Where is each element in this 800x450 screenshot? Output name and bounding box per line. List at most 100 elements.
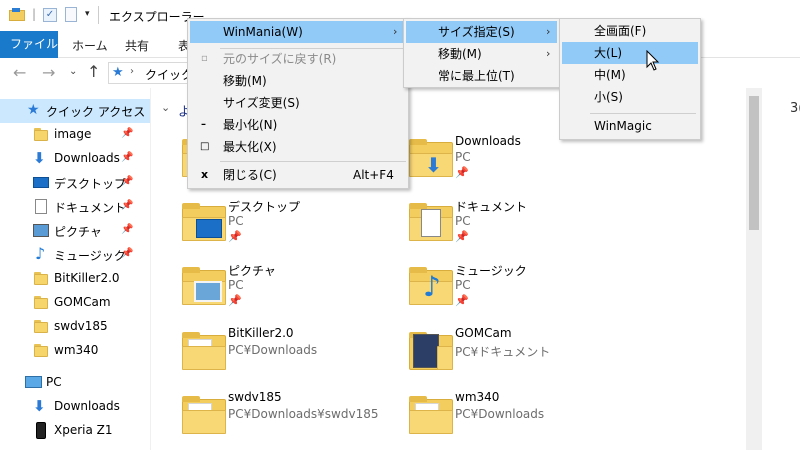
menu-separator	[590, 113, 696, 114]
item-name[interactable]: swdv185	[228, 390, 282, 404]
scrollbar-thumb[interactable]	[749, 96, 759, 230]
item-name[interactable]: wm340	[455, 390, 499, 404]
menu-item-resize[interactable]: サイズ変更(S)	[190, 92, 406, 114]
pin-icon[interactable]: 📌	[455, 230, 469, 243]
pin-icon[interactable]: 📌	[455, 166, 469, 179]
pictures-folder-icon[interactable]	[182, 267, 226, 305]
dropdown-arrow-icon[interactable]: ▾	[85, 9, 90, 19]
menu-item-always-on-top[interactable]: 常に最上位(T)	[406, 65, 557, 87]
menu-item-small[interactable]: 小(S)	[562, 86, 698, 108]
pin-icon[interactable]: 📌	[121, 200, 133, 212]
tab-file[interactable]: ファイル	[0, 31, 58, 58]
sidebar-item-gomcam[interactable]: GOMCam	[0, 291, 150, 315]
submenu-size: 全画面(F) 大(L) 中(M) 小(S) WinMagic	[559, 18, 701, 140]
pin-icon[interactable]: 📌	[121, 248, 133, 260]
sidebar-item-label: Xperia Z1	[54, 423, 113, 437]
dropdown-chevron-icon[interactable]: ⌄	[69, 66, 77, 77]
item-location: PC	[455, 150, 471, 164]
item-name[interactable]: Downloads	[455, 134, 521, 148]
sidebar-item-wm340[interactable]: wm340	[0, 339, 150, 363]
page-icon[interactable]	[65, 7, 77, 22]
breadcrumb-chevron-icon: ›	[130, 66, 134, 77]
titlebar-separator: |	[32, 7, 37, 21]
sidebar-item-desktop[interactable]: デスクトップ 📌	[0, 171, 150, 195]
folder-icon	[34, 128, 48, 141]
menu-separator	[220, 161, 406, 162]
folder-icon[interactable]	[182, 396, 226, 434]
menu-item-fullscreen[interactable]: 全画面(F)	[562, 20, 698, 42]
menu-item-move-to[interactable]: 移動(M) ›	[406, 43, 557, 65]
pin-icon[interactable]: 📌	[455, 294, 469, 307]
menu-item-label: 最小化(N)	[223, 118, 278, 132]
menu-item-label: WinMagic	[594, 119, 652, 133]
separator	[98, 6, 99, 24]
desktop-folder-icon[interactable]	[182, 203, 226, 241]
pin-icon[interactable]: 📌	[121, 176, 133, 188]
sidebar-item-music[interactable]: ♪ ミュージック 📌	[0, 243, 150, 267]
item-name[interactable]: BitKiller2.0	[228, 326, 294, 340]
pin-icon[interactable]: 📌	[228, 230, 242, 243]
sidebar-item-pc[interactable]: PC	[0, 371, 150, 395]
item-name[interactable]: デスクトップ	[228, 198, 300, 215]
sidebar-item-label: GOMCam	[54, 295, 111, 309]
up-arrow-icon[interactable]: ↑	[87, 62, 100, 81]
submenu-winmania: サイズ指定(S) › 移動(M) › 常に最上位(T)	[403, 18, 560, 88]
pin-icon[interactable]: 📌	[121, 152, 133, 164]
menu-item-maximize[interactable]: □ 最大化(X)	[190, 136, 406, 158]
sidebar-item-label: クイック アクセス	[46, 105, 146, 119]
pane-splitter[interactable]	[150, 88, 151, 450]
menu-item-winmagic[interactable]: WinMagic	[562, 115, 698, 137]
menu-item-large[interactable]: 大(L)	[562, 42, 698, 64]
menu-item-restore[interactable]: ▫ 元のサイズに戻す(R)	[190, 48, 406, 70]
folder-icon[interactable]	[9, 8, 25, 21]
menu-item-close[interactable]: x 閉じる(C) Alt+F4	[190, 164, 406, 186]
pin-icon[interactable]: 📌	[228, 294, 242, 307]
sidebar-item-documents[interactable]: ドキュメント 📌	[0, 195, 150, 219]
menu-item-size-preset[interactable]: サイズ指定(S) ›	[406, 21, 557, 43]
menu-item-label: 常に最上位(T)	[438, 69, 515, 83]
sidebar-item-swdv185[interactable]: swdv185	[0, 315, 150, 339]
music-folder-icon[interactable]: ♪	[409, 267, 453, 305]
menu-item-label: サイズ指定(S)	[438, 25, 515, 39]
forward-arrow-icon[interactable]: →	[42, 63, 55, 82]
pin-icon[interactable]: 📌	[121, 224, 133, 236]
folder-icon[interactable]	[409, 332, 453, 370]
folder-icon[interactable]	[182, 332, 226, 370]
downloads-folder-icon[interactable]: ⬇	[409, 139, 453, 177]
breadcrumb[interactable]: クイック	[145, 66, 193, 83]
sidebar-item-label: ピクチャ	[54, 225, 102, 239]
document-icon	[35, 199, 47, 214]
section-chevron-icon[interactable]: ⌄	[161, 101, 170, 114]
folder-icon	[34, 272, 48, 285]
menu-item-label: 小(S)	[594, 90, 623, 104]
tab-home[interactable]: ホーム	[62, 35, 118, 58]
tab-share[interactable]: 共有	[115, 35, 159, 58]
music-note-icon: ♪	[423, 270, 441, 303]
menu-item-move[interactable]: 移動(M)	[190, 70, 406, 92]
item-name[interactable]: ピクチャ	[228, 262, 276, 279]
sidebar-item-bitkiller[interactable]: BitKiller2.0	[0, 267, 150, 291]
item-name[interactable]: GOMCam	[455, 326, 512, 340]
item-count: 3(	[790, 101, 800, 116]
restore-icon: ▫	[201, 53, 208, 64]
menu-item-label: 大(L)	[594, 46, 623, 60]
star-icon: ★	[27, 102, 40, 118]
sidebar-item-pictures[interactable]: ピクチャ 📌	[0, 219, 150, 243]
item-name[interactable]: ドキュメント	[455, 198, 527, 215]
sidebar-item-image[interactable]: image 📌	[0, 123, 150, 147]
item-name[interactable]: ミュージック	[455, 262, 527, 279]
checkbox-icon[interactable]: ✓	[43, 8, 57, 22]
menu-item-minimize[interactable]: – 最小化(N)	[190, 114, 406, 136]
minimize-icon: –	[201, 119, 206, 130]
documents-folder-icon[interactable]	[409, 203, 453, 241]
sidebar-item-pc-downloads[interactable]: ⬇ Downloads	[0, 395, 150, 419]
menu-item-medium[interactable]: 中(M)	[562, 64, 698, 86]
sidebar-item-xperia[interactable]: Xperia Z1	[0, 419, 150, 443]
back-arrow-icon[interactable]: ←	[13, 63, 26, 82]
pin-icon[interactable]: 📌	[121, 128, 133, 140]
menu-item-winmania[interactable]: WinMania(W) ›	[190, 21, 406, 43]
phone-icon	[36, 422, 46, 439]
sidebar-item-quick-access[interactable]: ★ クイック アクセス	[0, 99, 150, 123]
sidebar-item-downloads[interactable]: ⬇ Downloads 📌	[0, 147, 150, 171]
folder-icon[interactable]	[409, 396, 453, 434]
